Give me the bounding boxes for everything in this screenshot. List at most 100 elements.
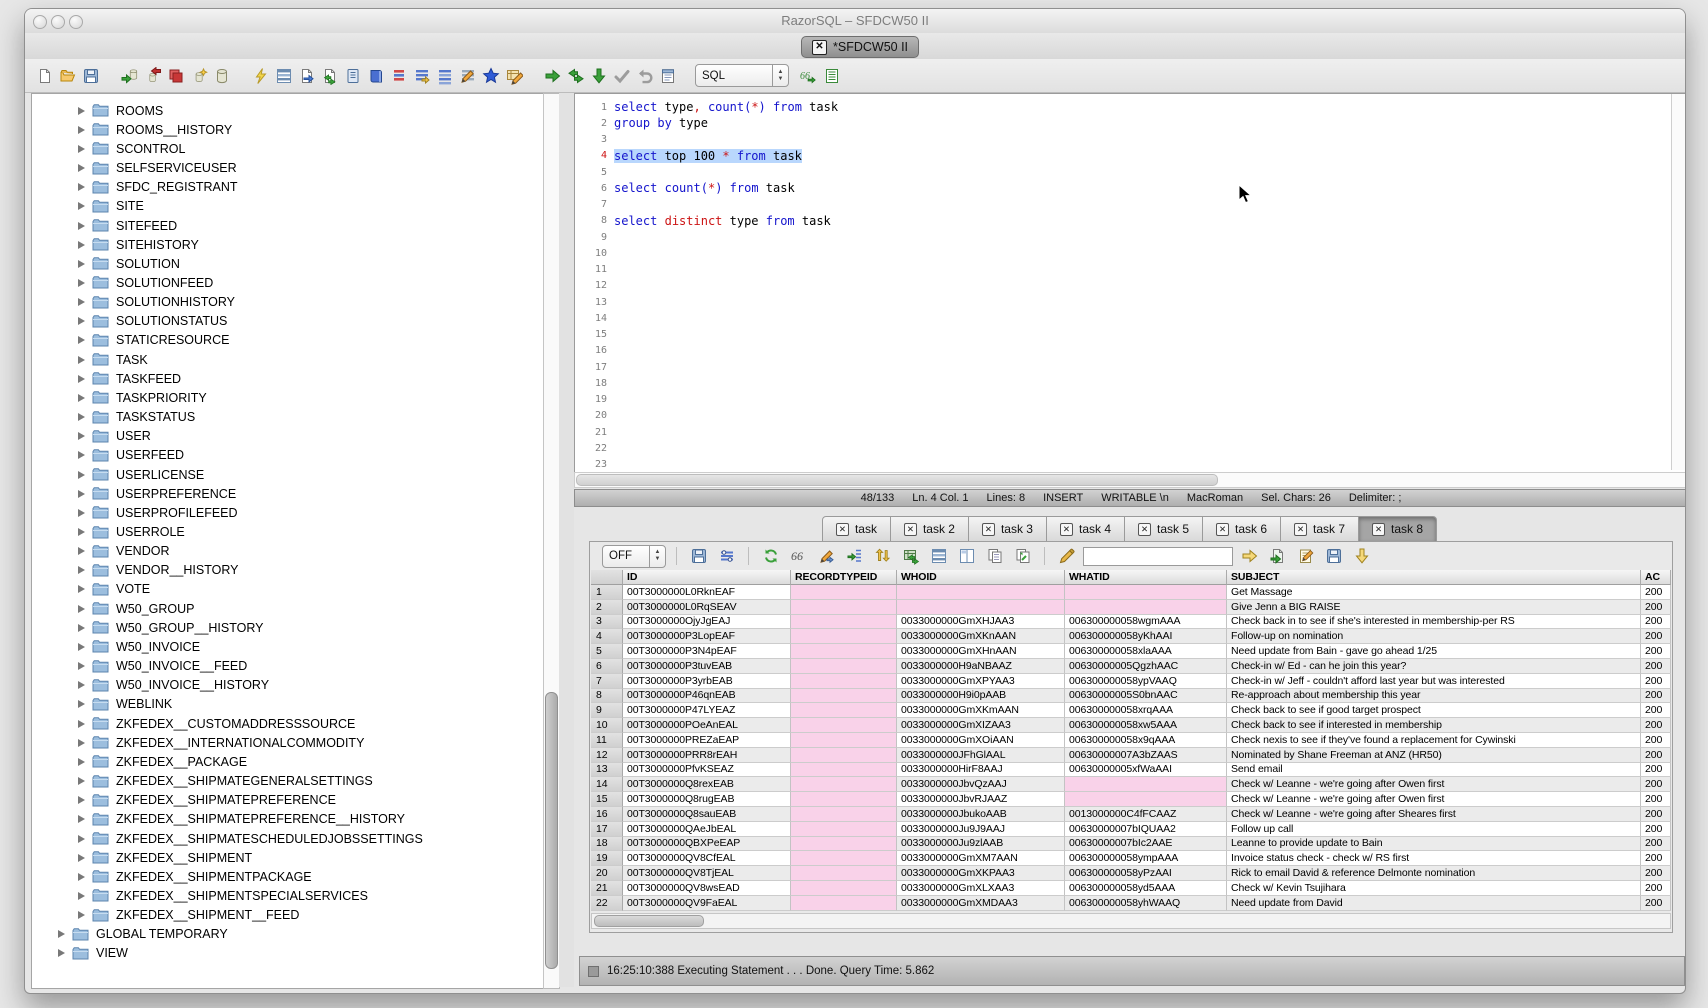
- tree-item-zkfedex-shipmentpackage[interactable]: ZKFEDEX__SHIPMENTPACKAGE: [32, 867, 544, 886]
- rollback-undo-icon[interactable]: [635, 66, 655, 86]
- cell-recordtypeid[interactable]: [791, 807, 897, 822]
- cell-id[interactable]: 00T3000000QV9FaEAL: [623, 896, 791, 911]
- tree-item-zkfedex-shipment[interactable]: ZKFEDEX__SHIPMENT: [32, 848, 544, 867]
- cell-subject[interactable]: Leanne to provide update to Bain: [1227, 837, 1641, 852]
- close-result-tab-icon[interactable]: ✕: [982, 523, 995, 536]
- expand-triangle-icon[interactable]: [58, 949, 65, 957]
- cell-whatid[interactable]: 006300000058wgmAAA: [1065, 615, 1227, 630]
- cell-whoid[interactable]: 0033000000GmXOiAAN: [897, 733, 1065, 748]
- table-row[interactable]: 1300T3000000PfvKSEAZ0033000000HirF8AAJ00…: [591, 763, 1671, 778]
- cell-ac[interactable]: 200: [1641, 629, 1671, 644]
- editor-line-7[interactable]: 7: [575, 197, 1671, 213]
- tree-item-zkfedex-shipmategeneralsettings[interactable]: ZKFEDEX__SHIPMATEGENERALSETTINGS: [32, 771, 544, 790]
- cell-whatid[interactable]: 006300000058ypVAAQ: [1065, 674, 1227, 689]
- cell-subject[interactable]: Check w/ Leanne - we're going after Owen…: [1227, 777, 1641, 792]
- cell-whatid[interactable]: 006300000058xrqAAA: [1065, 703, 1227, 718]
- cell-subject[interactable]: Invoice status check - check w/ RS first: [1227, 851, 1641, 866]
- cell-recordtypeid[interactable]: [791, 615, 897, 630]
- save-file-icon[interactable]: [81, 66, 101, 86]
- expand-triangle-icon[interactable]: [78, 873, 85, 881]
- cell-recordtypeid[interactable]: [791, 822, 897, 837]
- cell-subject[interactable]: Check w/ Leanne - we're going after Owen…: [1227, 792, 1641, 807]
- table-row[interactable]: 1000T3000000POeAnEAL0033000000GmXIZAA300…: [591, 718, 1671, 733]
- expand-triangle-icon[interactable]: [78, 126, 85, 134]
- cell-id[interactable]: 00T3000000Q8rexEAB: [623, 777, 791, 792]
- table-row[interactable]: 400T3000000P3LopEAF0033000000GmXKnAAN006…: [591, 629, 1671, 644]
- table-row[interactable]: 900T3000000P47LYEAZ0033000000GmXKmAAN006…: [591, 703, 1671, 718]
- expand-triangle-icon[interactable]: [78, 643, 85, 651]
- tree-item-staticresource[interactable]: STATICRESOURCE: [32, 331, 544, 350]
- tree-item-zkfedex-customaddresssource[interactable]: ZKFEDEX__CUSTOMADDRESSSOURCE: [32, 714, 544, 733]
- disconnect-database-icon[interactable]: [143, 66, 163, 86]
- cell-whatid[interactable]: 006300000058yPzAAI: [1065, 866, 1227, 881]
- editor-line-20[interactable]: 20: [575, 408, 1671, 424]
- editor-line-4[interactable]: 4select top 100 * from task: [575, 148, 1671, 164]
- cell-recordtypeid[interactable]: [791, 851, 897, 866]
- editor-line-2[interactable]: 2group by type: [575, 115, 1671, 131]
- execute-lightning-icon[interactable]: [251, 66, 271, 86]
- cell-subject[interactable]: Rick to email David & reference Delmonte…: [1227, 866, 1641, 881]
- cell-id[interactable]: 00T3000000PRR8rEAH: [623, 748, 791, 763]
- close-result-tab-icon[interactable]: ✕: [1138, 523, 1151, 536]
- cell-whoid[interactable]: 0033000000GmXM7AAN: [897, 851, 1065, 866]
- table-row[interactable]: 2100T3000000QV8wsEAD0033000000GmXLXAA300…: [591, 881, 1671, 896]
- table-row[interactable]: 700T3000000P3yrbEAB0033000000GmXPYAA3006…: [591, 674, 1671, 689]
- expand-triangle-icon[interactable]: [78, 681, 85, 689]
- cell-whatid[interactable]: [1065, 792, 1227, 807]
- expand-triangle-icon[interactable]: [78, 490, 85, 498]
- cell-ac[interactable]: 200: [1641, 837, 1671, 852]
- cell-whoid[interactable]: [897, 600, 1065, 615]
- column-header-subject[interactable]: SUBJECT: [1227, 570, 1641, 585]
- result-tab-task[interactable]: ✕task: [822, 516, 891, 542]
- row-number[interactable]: 4: [591, 629, 623, 644]
- expand-triangle-icon[interactable]: [78, 145, 85, 153]
- editor-line-18[interactable]: 18: [575, 375, 1671, 391]
- tree-item-view[interactable]: VIEW: [32, 944, 544, 963]
- table-row[interactable]: 500T3000000P3N4pEAF0033000000GmXHnAAN006…: [591, 644, 1671, 659]
- cell-whoid[interactable]: 0033000000JbvQzAAJ: [897, 777, 1065, 792]
- expand-triangle-icon[interactable]: [78, 241, 85, 249]
- cell-subject[interactable]: Need update from Bain - gave go ahead 1/…: [1227, 644, 1641, 659]
- cell-whoid[interactable]: 0033000000GmXLXAA3: [897, 881, 1065, 896]
- tree-item-global-temporary[interactable]: GLOBAL TEMPORARY: [32, 925, 544, 944]
- expand-triangle-icon[interactable]: [78, 777, 85, 785]
- row-number[interactable]: 2: [591, 600, 623, 615]
- cell-id[interactable]: 00T3000000PREZaEAP: [623, 733, 791, 748]
- tree-item-zkfedex-shipmatescheduledjobssettings[interactable]: ZKFEDEX__SHIPMATESCHEDULEDJOBSSETTINGS: [32, 829, 544, 848]
- expand-triangle-icon[interactable]: [78, 279, 85, 287]
- cell-ac[interactable]: 200: [1641, 585, 1671, 600]
- column-header-whoid[interactable]: WHOID: [897, 570, 1065, 585]
- tree-item-vendor-history[interactable]: VENDOR__HISTORY: [32, 561, 544, 580]
- table-row[interactable]: 100T3000000L0RknEAFGet Massage200: [591, 585, 1671, 600]
- editor-hscrollbar[interactable]: [574, 472, 1686, 488]
- table-row[interactable]: 1500T3000000Q8rugEAB0033000000JbvRJAAZCh…: [591, 792, 1671, 807]
- cell-subject[interactable]: Nominated by Shane Freeman at ANZ (HR50): [1227, 748, 1641, 763]
- tree-item-zkfedex-shipmatepreference[interactable]: ZKFEDEX__SHIPMATEPREFERENCE: [32, 791, 544, 810]
- cell-subject[interactable]: Give Jenn a BIG RAISE: [1227, 600, 1641, 615]
- cell-id[interactable]: 00T3000000QV8CfEAL: [623, 851, 791, 866]
- cell-ac[interactable]: 200: [1641, 866, 1671, 881]
- expand-triangle-icon[interactable]: [78, 796, 85, 804]
- results-search-input[interactable]: [1083, 547, 1233, 566]
- row-number[interactable]: 3: [591, 615, 623, 630]
- query-builder-icon[interactable]: [274, 66, 294, 86]
- filter-results-icon[interactable]: [717, 546, 737, 566]
- row-number[interactable]: 10: [591, 718, 623, 733]
- cell-whatid[interactable]: 006300000058yhWAAQ: [1065, 896, 1227, 911]
- edit-notes-icon[interactable]: [1296, 546, 1316, 566]
- align-lines-icon[interactable]: [435, 66, 455, 86]
- table-row[interactable]: 200T3000000L0RqSEAVGive Jenn a BIG RAISE…: [591, 600, 1671, 615]
- tree-item-rooms-history[interactable]: ROOMS__HISTORY: [32, 120, 544, 139]
- result-tab-task-6[interactable]: ✕task 6: [1202, 516, 1281, 542]
- tree-item-userpreference[interactable]: USERPREFERENCE: [32, 484, 544, 503]
- cell-recordtypeid[interactable]: [791, 659, 897, 674]
- cell-whatid[interactable]: 00630000005QgzhAAC: [1065, 659, 1227, 674]
- editor-line-16[interactable]: 16: [575, 343, 1671, 359]
- results-hscrollbar[interactable]: [591, 913, 1671, 929]
- row-number[interactable]: 18: [591, 837, 623, 852]
- cell-whatid[interactable]: [1065, 600, 1227, 615]
- document-tab[interactable]: ✕ *SFDCW50 II: [801, 36, 919, 58]
- editor-line-13[interactable]: 13: [575, 294, 1671, 310]
- cell-recordtypeid[interactable]: [791, 896, 897, 911]
- cell-ac[interactable]: 200: [1641, 615, 1671, 630]
